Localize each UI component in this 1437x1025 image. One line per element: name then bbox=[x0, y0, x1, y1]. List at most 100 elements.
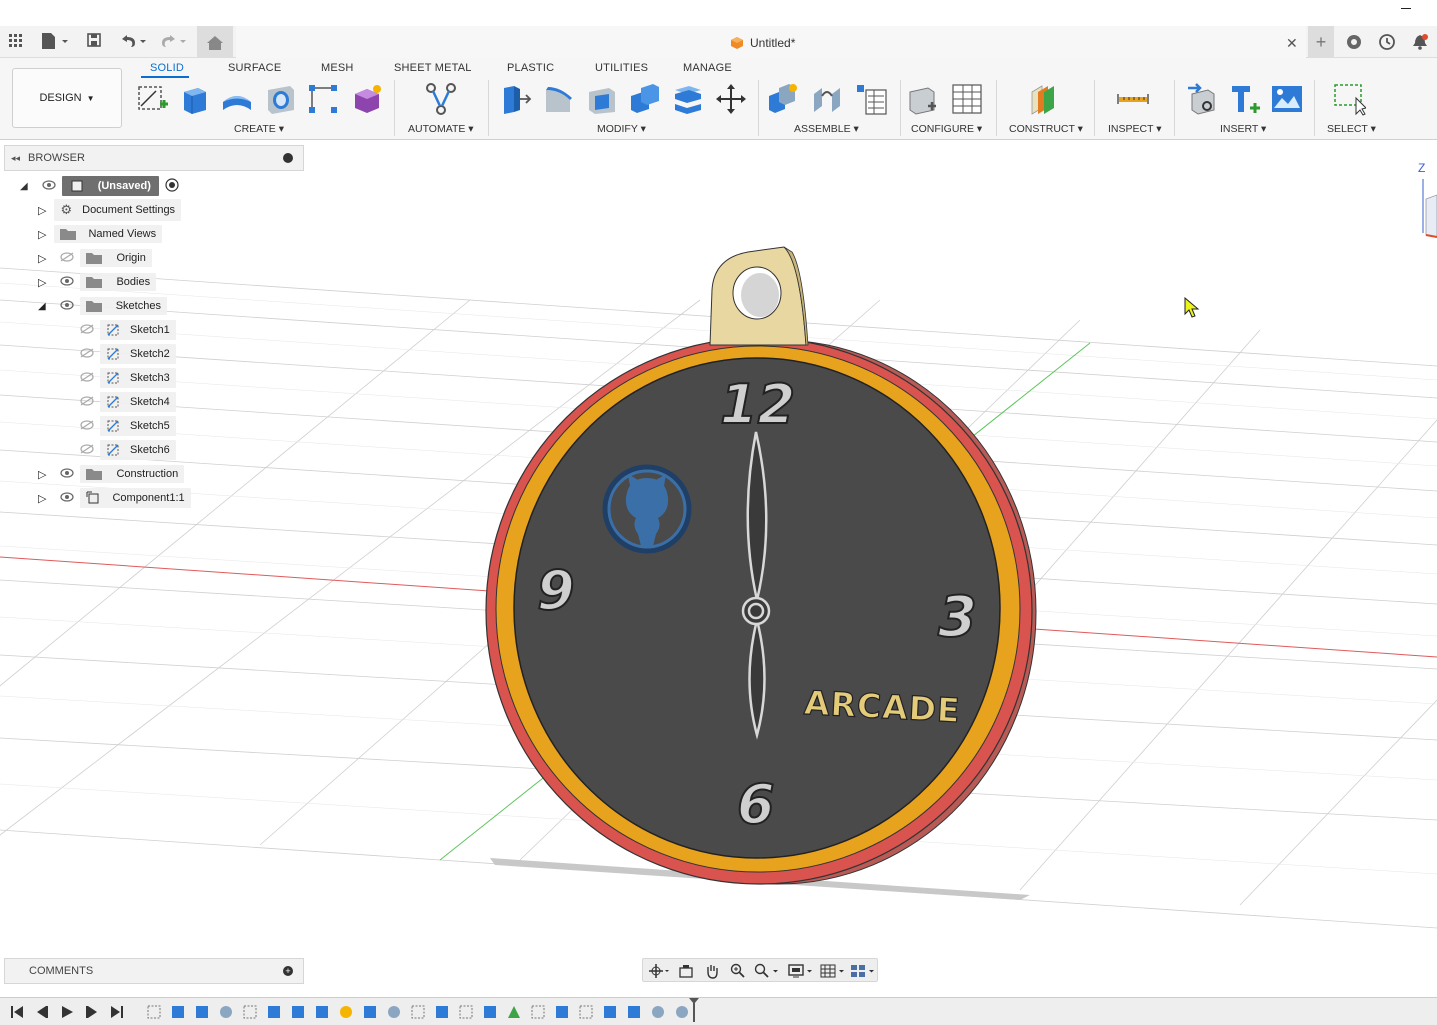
tab-sheet-metal[interactable]: SHEET METAL bbox=[394, 62, 472, 74]
browser-item-document-settings[interactable]: ▷ ⚙ Document Settings bbox=[38, 199, 182, 221]
configure-icon[interactable] bbox=[906, 82, 940, 116]
undo-icon[interactable] bbox=[118, 32, 148, 53]
step-back-icon[interactable] bbox=[35, 1004, 49, 1020]
extensions-icon[interactable] bbox=[1346, 34, 1362, 53]
add-comment-icon[interactable]: + bbox=[283, 966, 293, 976]
configure-group-label[interactable]: CONFIGURE ▾ bbox=[911, 123, 982, 135]
zoom-window-icon[interactable] bbox=[753, 962, 781, 980]
browser-root-node[interactable]: ◢ (Unsaved) bbox=[20, 175, 179, 197]
browser-item-named-views[interactable]: ▷ Named Views bbox=[38, 223, 163, 245]
create-form-icon[interactable] bbox=[350, 82, 384, 116]
eye-icon[interactable] bbox=[60, 299, 74, 313]
browser-item-sketch[interactable]: Sketch3 bbox=[80, 367, 176, 389]
close-tab-icon[interactable]: ✕ bbox=[1286, 35, 1298, 52]
tab-plastic[interactable]: PLASTIC bbox=[507, 62, 554, 74]
eye-hidden-icon[interactable] bbox=[80, 443, 94, 457]
grid-settings-icon[interactable] bbox=[819, 962, 847, 980]
expand-triangle-icon[interactable]: ▷ bbox=[38, 204, 46, 217]
3d-viewport[interactable]: 12 3 6 9 ARCADE Z bbox=[0, 141, 1437, 987]
workspace-switcher[interactable]: DESIGN ▼ bbox=[12, 68, 122, 128]
construct-group-label[interactable]: CONSTRUCT ▾ bbox=[1009, 123, 1083, 135]
select-icon[interactable] bbox=[1332, 82, 1367, 116]
browser-item-sketch[interactable]: Sketch1 bbox=[80, 319, 176, 341]
go-to-start-icon[interactable] bbox=[10, 1004, 24, 1020]
browser-options-icon[interactable] bbox=[283, 153, 293, 163]
pattern-icon[interactable] bbox=[306, 82, 340, 116]
step-forward-icon[interactable] bbox=[85, 1004, 99, 1020]
comments-panel-header[interactable]: COMMENTS + bbox=[4, 958, 304, 984]
model-canvas[interactable] bbox=[0, 141, 1437, 987]
automate-icon[interactable] bbox=[424, 82, 458, 116]
go-to-end-icon[interactable] bbox=[110, 1004, 124, 1020]
assemble-group-label[interactable]: ASSEMBLE ▾ bbox=[794, 123, 859, 135]
browser-item-sketch[interactable]: Sketch5 bbox=[80, 415, 176, 437]
split-body-icon[interactable] bbox=[671, 82, 705, 116]
eye-icon[interactable] bbox=[60, 491, 75, 505]
insert-group-label[interactable]: INSERT ▾ bbox=[1220, 123, 1266, 135]
shell-icon[interactable] bbox=[585, 82, 619, 116]
notifications-icon[interactable] bbox=[1412, 34, 1428, 53]
eye-hidden-icon[interactable] bbox=[80, 323, 94, 337]
tab-mesh[interactable]: MESH bbox=[321, 62, 354, 74]
home-tab-button[interactable] bbox=[197, 26, 233, 58]
press-pull-icon[interactable] bbox=[498, 82, 532, 116]
configuration-table-icon[interactable] bbox=[950, 82, 984, 116]
inspect-group-label[interactable]: INSPECT ▾ bbox=[1108, 123, 1162, 135]
move-copy-icon[interactable] bbox=[714, 82, 748, 116]
collapse-triangle-icon[interactable]: ◢ bbox=[20, 181, 28, 192]
expand-triangle-icon[interactable]: ▷ bbox=[38, 228, 46, 241]
tab-solid[interactable]: SOLID bbox=[150, 62, 184, 74]
browser-item-sketch[interactable]: Sketch2 bbox=[80, 343, 176, 365]
new-component-icon[interactable] bbox=[766, 82, 800, 116]
expand-triangle-icon[interactable]: ▷ bbox=[38, 468, 46, 481]
insert-mcmaster-icon[interactable] bbox=[1228, 82, 1262, 116]
fillet-icon[interactable] bbox=[542, 82, 576, 116]
expand-triangle-icon[interactable]: ▷ bbox=[38, 276, 46, 289]
browser-item-origin[interactable]: ▷ Origin bbox=[38, 247, 152, 269]
document-tab[interactable]: Untitled* ✕ bbox=[236, 26, 1306, 58]
offset-plane-icon[interactable] bbox=[1028, 82, 1062, 116]
tab-utilities[interactable]: UTILITIES bbox=[595, 62, 648, 74]
measure-icon[interactable] bbox=[1116, 82, 1150, 116]
browser-panel-header[interactable]: ◂◂ BROWSER bbox=[4, 145, 304, 171]
file-menu-icon[interactable] bbox=[40, 32, 70, 53]
tab-manage[interactable]: MANAGE bbox=[683, 62, 732, 74]
automate-group-label[interactable]: AUTOMATE ▾ bbox=[408, 123, 474, 135]
tab-surface[interactable]: SURFACE bbox=[228, 62, 281, 74]
expand-triangle-icon[interactable]: ▷ bbox=[38, 252, 46, 265]
save-icon[interactable] bbox=[87, 33, 101, 50]
eye-hidden-icon[interactable] bbox=[60, 251, 75, 265]
minimize-icon[interactable] bbox=[1401, 8, 1411, 9]
browser-item-sketch[interactable]: Sketch6 bbox=[80, 439, 176, 461]
eye-hidden-icon[interactable] bbox=[80, 419, 94, 433]
revolve-icon[interactable] bbox=[220, 82, 254, 116]
redo-icon[interactable] bbox=[158, 32, 188, 53]
viewports-icon[interactable] bbox=[849, 962, 877, 980]
extrude-icon[interactable] bbox=[178, 82, 212, 116]
insert-derive-icon[interactable] bbox=[1184, 82, 1218, 116]
browser-item-bodies[interactable]: ▷ Bodies bbox=[38, 271, 157, 293]
collapse-triangle-icon[interactable]: ◢ bbox=[38, 301, 46, 312]
apps-grid-icon[interactable] bbox=[9, 34, 23, 51]
play-icon[interactable] bbox=[60, 1004, 74, 1020]
browser-item-component[interactable]: ▷ Component1:1 bbox=[38, 487, 191, 509]
orbit-icon[interactable] bbox=[647, 962, 671, 980]
browser-item-construction[interactable]: ▷ Construction bbox=[38, 463, 185, 485]
eye-icon[interactable] bbox=[60, 467, 75, 481]
browser-item-sketches[interactable]: ◢ Sketches bbox=[38, 295, 167, 317]
expand-triangle-icon[interactable]: ▷ bbox=[38, 492, 46, 505]
display-settings-icon[interactable] bbox=[787, 962, 815, 980]
select-group-label[interactable]: SELECT ▾ bbox=[1327, 123, 1376, 135]
look-at-icon[interactable] bbox=[677, 962, 695, 980]
joint-icon[interactable] bbox=[810, 82, 844, 116]
timeline-marker[interactable] bbox=[689, 998, 699, 1022]
pan-hand-icon[interactable] bbox=[703, 962, 721, 980]
eye-hidden-icon[interactable] bbox=[80, 371, 94, 385]
combine-icon[interactable] bbox=[628, 82, 662, 116]
zoom-icon[interactable] bbox=[729, 962, 747, 980]
activate-radio-icon[interactable] bbox=[165, 177, 179, 195]
create-group-label[interactable]: CREATE ▾ bbox=[234, 123, 284, 135]
new-tab-button[interactable]: + bbox=[1308, 26, 1334, 58]
eye-hidden-icon[interactable] bbox=[80, 347, 94, 361]
job-status-icon[interactable] bbox=[1379, 34, 1395, 53]
